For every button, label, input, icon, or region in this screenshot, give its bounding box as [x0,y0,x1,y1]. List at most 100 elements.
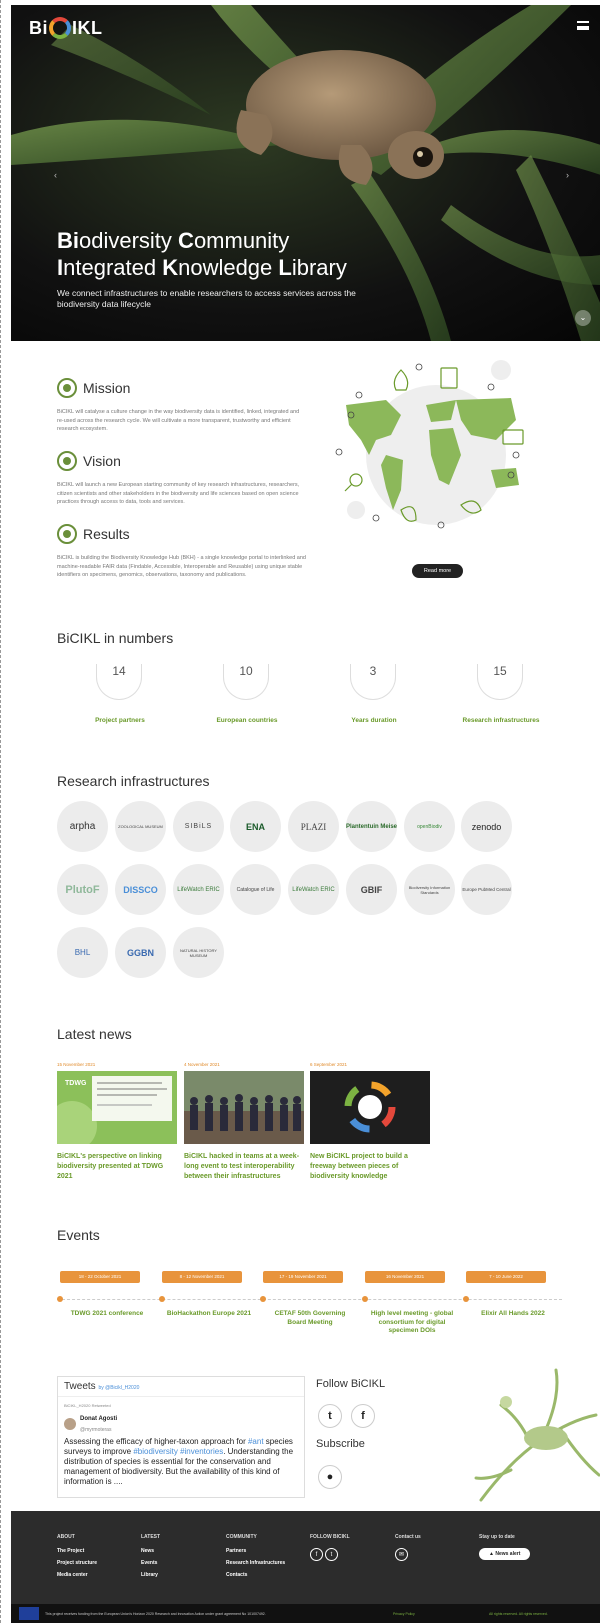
footer-link[interactable]: Events [141,1560,160,1566]
facebook-icon[interactable]: f [351,1404,375,1428]
footer-latest: LATEST News Events Library [141,1534,161,1578]
event-link[interactable]: High level meeting - global consortium f… [367,1310,457,1336]
eu-flag-icon [19,1607,39,1620]
read-more-button[interactable]: Read more [412,564,463,578]
bicikl-logo[interactable]: Bi IKL [29,17,103,39]
funding-bar: This project receives funding from the E… [11,1604,600,1623]
logo-ring-icon [49,17,71,39]
infra-logo-zoological-museum[interactable]: ZOOLOGICAL MUSEUM [115,801,166,852]
mission-text: BiCIKL will catalyse a culture change in… [57,409,300,432]
infra-logo-sibils[interactable]: SIBiLS [173,801,224,852]
number-label: Project partners [95,717,145,724]
footer-link[interactable]: Library [141,1572,160,1578]
infra-logo-catalogue-of-life[interactable]: Catalogue of Life [230,864,281,915]
infra-logo-natural-history-museum[interactable]: NATURAL HISTORY MUSEUM [173,927,224,978]
number-label: European countries [216,717,278,724]
infra-logo-dissco[interactable]: DISSCO [115,864,166,915]
slider-next-icon[interactable]: › [566,170,569,180]
numbers-title: BiCIKL in numbers [57,630,174,646]
event-date: 17 - 19 November 2021 [263,1271,343,1283]
event-date: 16 November 2021 [365,1271,445,1283]
infra-logo-gbif[interactable]: GBIF [346,864,397,915]
event-date: 18 - 22 October 2021 [60,1271,140,1283]
infra-logo-plutof[interactable]: PlutoF [57,864,108,915]
world-map-illustration [335,360,524,529]
mail-icon[interactable]: ✉ [395,1548,408,1561]
infra-logo-ggbn[interactable]: GGBN [115,927,166,978]
news-item-link[interactable]: New BiCIKL project to build a freeway be… [310,1152,430,1182]
tweet-text: Assessing the efficacy of higher-taxon a… [64,1437,294,1486]
infra-logo-zenodo[interactable]: zenodo [461,801,512,852]
hashtag-link[interactable]: #biodiversity [133,1447,177,1456]
infra-logo-europe-pmc[interactable]: Europe PubMed Central [461,864,512,915]
infra-logo-ena[interactable]: ENA [230,801,281,852]
footer-link[interactable]: News [141,1548,160,1554]
hero-subtitle: We connect infrastructures to enable res… [57,288,356,309]
scroll-down-icon[interactable]: ⌄ [575,310,591,326]
infra-logo-openbiodiv[interactable]: openBiodiv [404,801,455,852]
footer-link[interactable]: Media center [57,1572,97,1578]
event-link[interactable]: BioHackathon Europe 2021 [164,1310,254,1319]
event-link[interactable]: TDWG 2021 conference [62,1310,152,1319]
twitter-icon[interactable]: t [325,1548,338,1561]
news-image[interactable] [310,1071,430,1144]
infra-logo-lifewatch[interactable]: LifeWatch ERIC [173,864,224,915]
footer-link[interactable]: Research Infrastructures [226,1560,285,1566]
svg-text:TDWG: TDWG [65,1080,87,1087]
news-image[interactable] [184,1071,304,1144]
retweet-note: BiCIKL_H2020 Retweeted [64,1403,111,1408]
news-item-link[interactable]: BiCIKL hacked in teams at a week-long ev… [184,1152,304,1182]
follow-title: Follow BiCIKL [316,1378,386,1390]
twitter-timeline[interactable]: Tweets by @Bicikl_H2020 BiCIKL_H2020 Ret… [57,1376,305,1498]
infra-logo-tdwg[interactable]: Biodiversity Information Standards [404,864,455,915]
site-footer: ABOUT The Project Project structure Medi… [11,1511,600,1604]
news-date: 6 September 2021 [310,1062,348,1067]
results-block: Results BiCIKL is building the Biodivers… [57,524,307,580]
avatar[interactable] [64,1418,76,1430]
event-link[interactable]: Elixir All Hands 2022 [468,1310,558,1319]
tweet-handle[interactable]: @myrmoteras [80,1427,111,1433]
subscribe-title: Subscribe [316,1438,365,1450]
tweet-author[interactable]: Donat Agosti [80,1416,117,1422]
infra-logo-bhl[interactable]: BHL [57,927,108,978]
slider-prev-icon[interactable]: ‹ [54,170,57,180]
mantis-illustration [474,1368,600,1502]
footer-contact: Contact us ✉ [395,1534,421,1561]
events-title: Events [57,1227,100,1243]
infra-logo-plantentuin[interactable]: Plantentuin Meise [346,801,397,852]
event-date: 7 - 10 June 2022 [466,1271,546,1283]
twitter-icon[interactable]: t [318,1404,342,1428]
news-item-link[interactable]: BiCIKL's perspective on linking biodiver… [57,1152,177,1182]
hamburger-menu-icon[interactable] [577,21,589,30]
news-alert-button[interactable]: ▲ News alert [479,1548,531,1560]
infra-logo-plazi[interactable]: PLAZI [288,801,339,852]
footer-link[interactable]: Partners [226,1548,285,1554]
privacy-link[interactable]: Privacy Policy [393,1612,415,1616]
timeline-dot [362,1296,368,1302]
number-label: Research infrastructures [462,717,540,724]
footer-link[interactable]: Contacts [226,1572,285,1578]
news-date: 15 November 2021 [57,1062,96,1067]
news-image[interactable]: TDWG [57,1071,177,1144]
footer-follow: FOLLOW BICIKL ft [310,1534,350,1561]
events-timeline [57,1299,562,1300]
hashtag-link[interactable]: #ant [248,1437,264,1446]
footer-link[interactable]: The Project [57,1548,97,1554]
hero-banner: Bi IKL ‹ › Biodiversity Community Integra… [11,5,600,341]
infra-title: Research infrastructures [57,773,210,789]
infra-logo-lifewatch-2[interactable]: LifeWatch ERIC [288,864,339,915]
tweets-by[interactable]: by @Bicikl_H2020 [98,1385,139,1391]
results-text: BiCIKL is building the Biodiversity Know… [57,555,306,578]
news-date: 4 November 2021 [184,1062,220,1067]
news-title: Latest news [57,1026,132,1042]
facebook-icon[interactable]: f [310,1548,323,1561]
vision-title: Vision [83,453,121,469]
number-years-duration: 3 [350,664,396,700]
footer-link[interactable]: Project structure [57,1560,97,1566]
infra-logo-arpha[interactable]: arpha [57,801,108,852]
hashtag-link[interactable]: #inventories [180,1447,223,1456]
tweets-heading: Tweets [64,1381,96,1392]
event-link[interactable]: CETAF 50th Governing Board Meeting [265,1310,355,1327]
timeline-dot [57,1296,63,1302]
bell-icon[interactable]: ● [318,1465,342,1489]
